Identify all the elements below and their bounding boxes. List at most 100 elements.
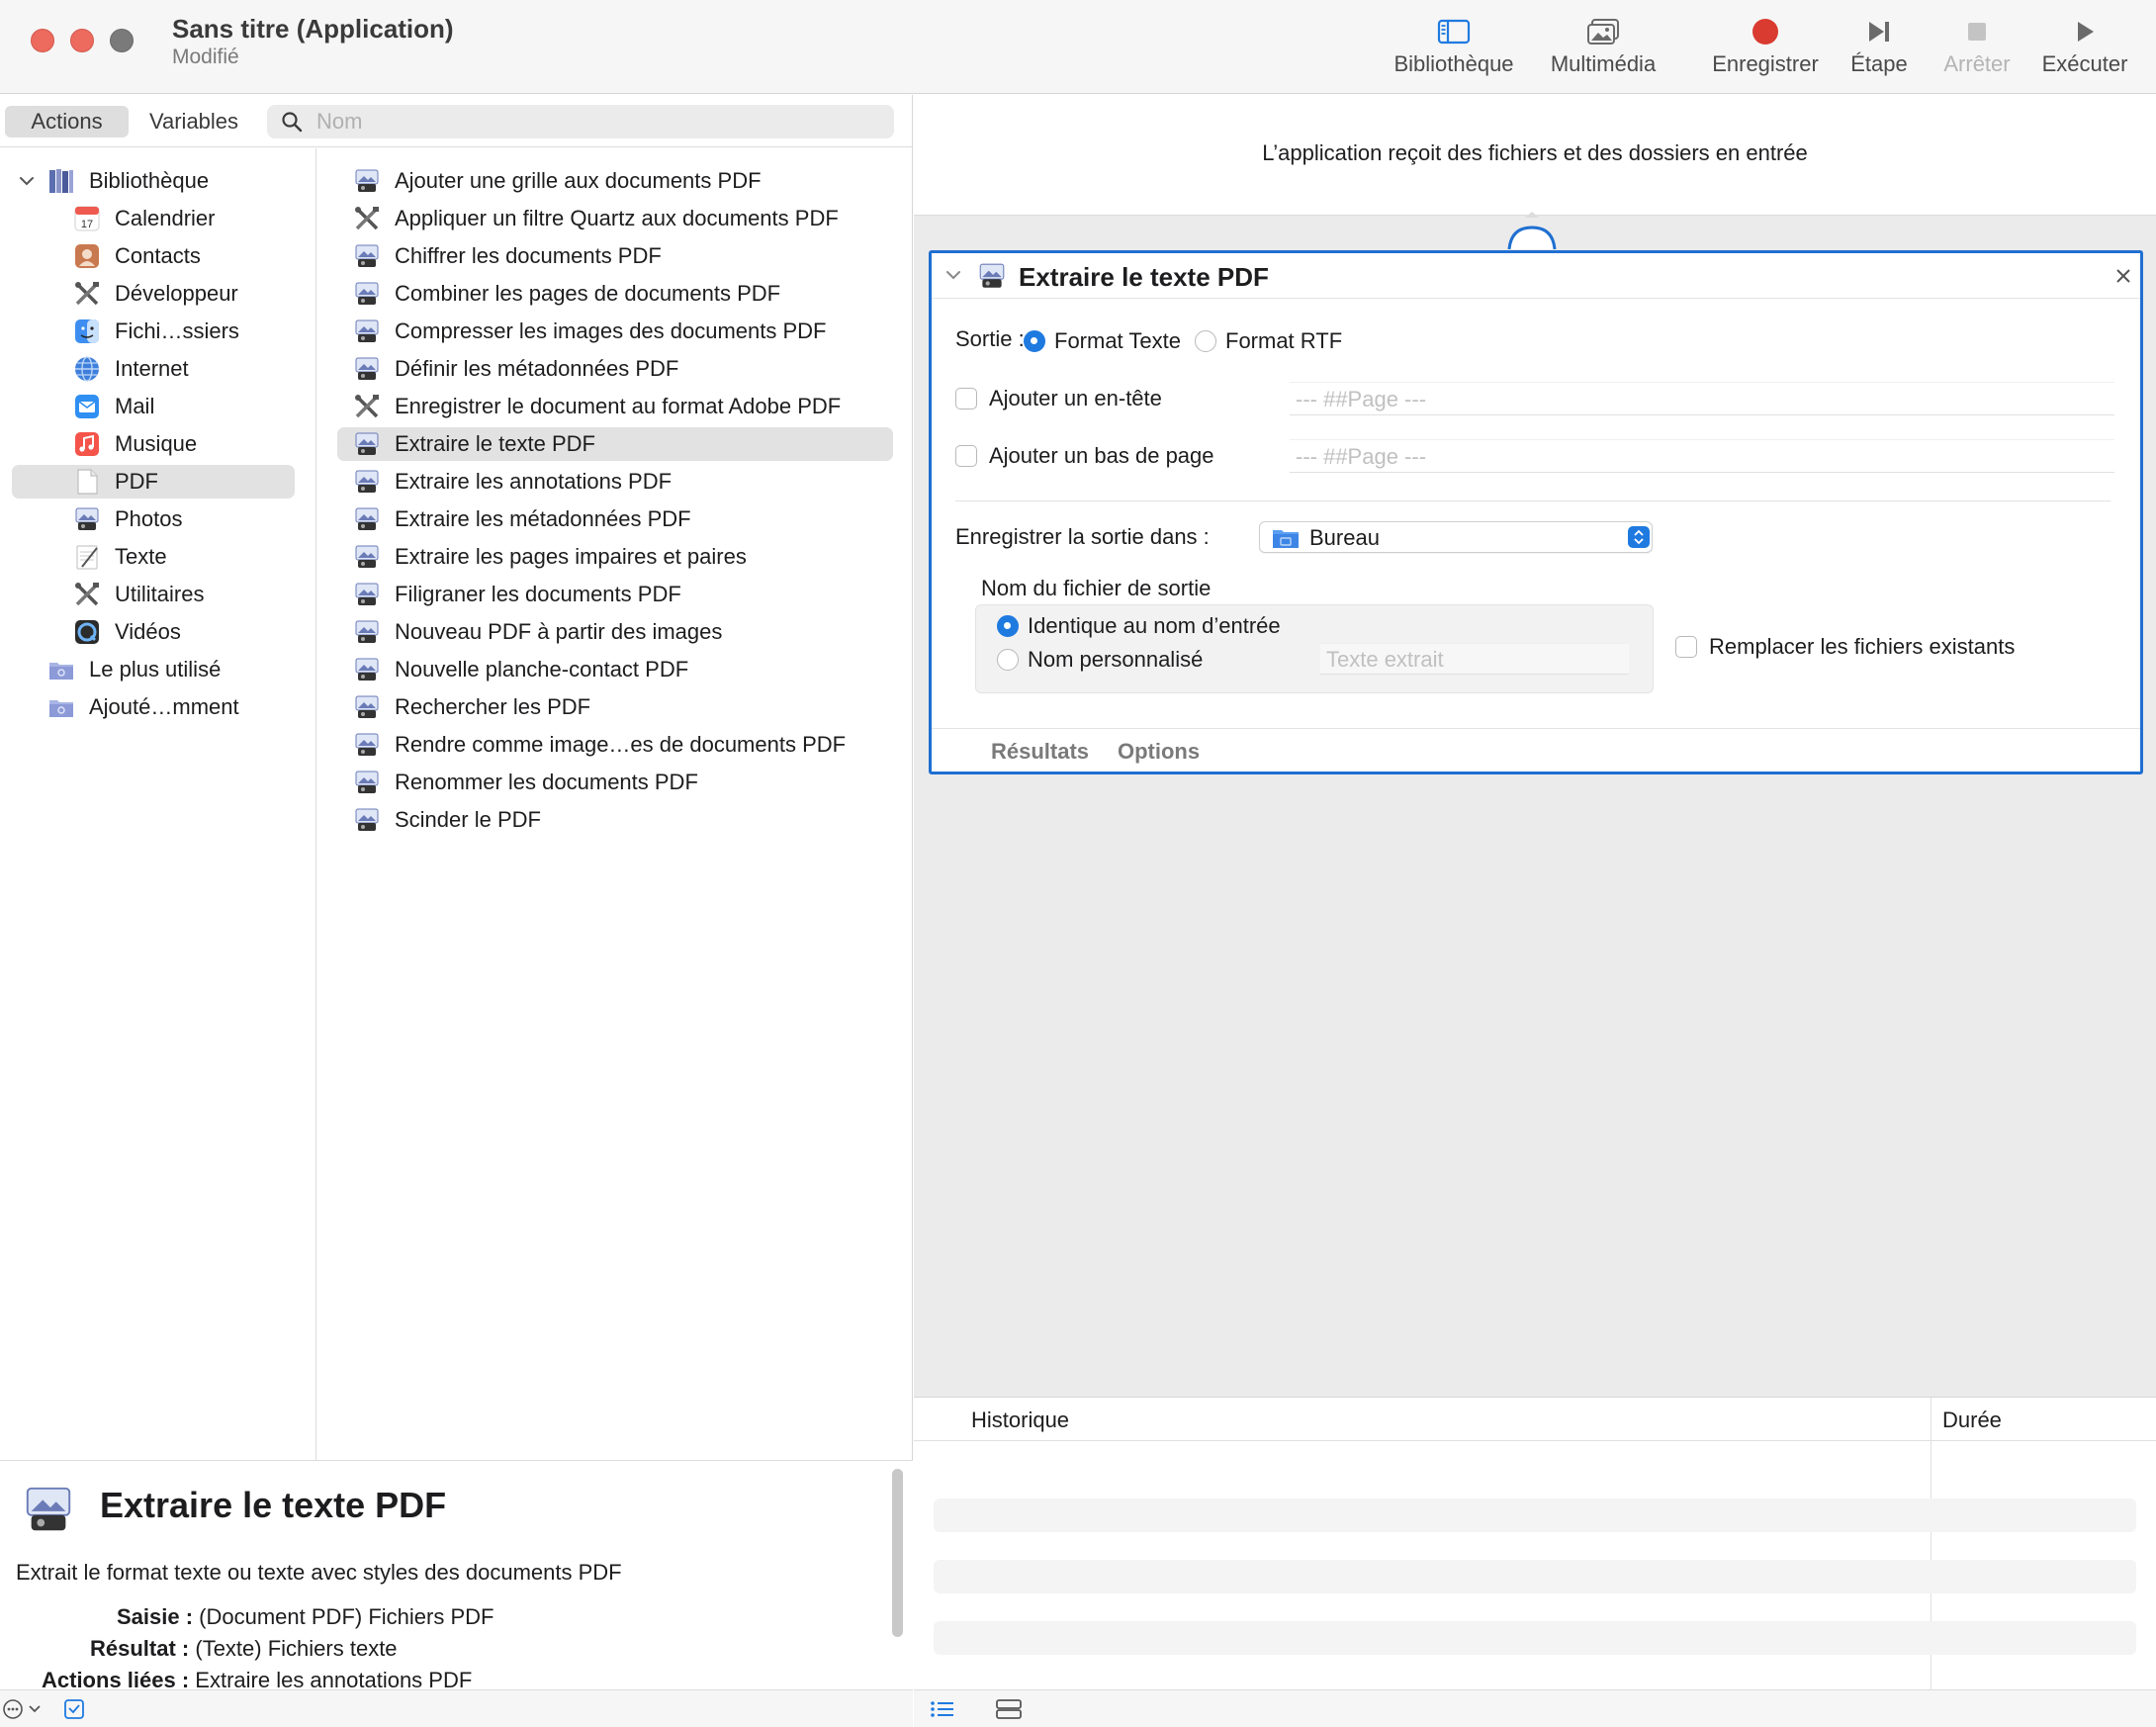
format-text-radio[interactable] <box>1024 330 1045 352</box>
run-button[interactable]: Exécuter <box>2035 12 2134 87</box>
collapse-chevron-icon[interactable] <box>943 267 963 283</box>
same-name-radio[interactable] <box>997 615 1019 637</box>
preview-icon <box>355 695 379 718</box>
step-button[interactable]: Étape <box>1840 12 1919 87</box>
search-input[interactable] <box>316 105 880 138</box>
library-item-text[interactable]: Texte <box>12 540 295 574</box>
add-footer-checkbox[interactable] <box>955 445 977 467</box>
description-toggle-icon[interactable] <box>63 1698 85 1720</box>
window-title: Sans titre (Application) <box>172 14 454 44</box>
tab-variables[interactable]: Variables <box>135 106 253 137</box>
library-item-label: Texte <box>115 544 167 569</box>
window-zoom-button[interactable] <box>110 29 134 52</box>
replace-files-checkbox[interactable] <box>1675 636 1697 658</box>
format-rtf-radio[interactable] <box>1195 330 1216 352</box>
action-item[interactable]: Extraire les annotations PDF <box>337 465 893 499</box>
library-item-mail[interactable]: Mail <box>12 390 295 423</box>
action-item[interactable]: Renommer les documents PDF <box>337 766 893 799</box>
library-item-label: Contacts <box>115 243 201 268</box>
tab-results[interactable]: Résultats <box>991 739 1089 765</box>
action-item[interactable]: Rendre comme image…es de documents PDF <box>337 728 893 762</box>
record-button[interactable]: Enregistrer <box>1701 12 1830 87</box>
close-icon[interactable] <box>2114 267 2132 285</box>
library-item-music[interactable]: Musique <box>12 427 295 461</box>
format-text-label: Format Texte <box>1054 328 1181 353</box>
library-item-files[interactable]: Fichi…ssiers <box>12 315 295 348</box>
header-text-field[interactable]: --- ##Page --- <box>1290 382 2114 415</box>
action-item[interactable]: Combiner les pages de documents PDF <box>337 277 893 311</box>
media-button[interactable]: Multimédia <box>1539 12 1667 87</box>
library-books-icon <box>49 169 73 193</box>
action-item[interactable]: Extraire les pages impaires et paires <box>337 540 893 574</box>
window-minimize-button[interactable] <box>70 29 94 52</box>
action-item[interactable]: Filigraner les documents PDF <box>337 578 893 611</box>
library-button[interactable]: Bibliothèque <box>1385 12 1523 87</box>
photo-browser-icon <box>1587 19 1619 45</box>
stop-button-label: Arrêter <box>1943 51 2011 76</box>
custom-name-radio[interactable] <box>997 649 1019 671</box>
action-menu-icon[interactable] <box>2 1698 44 1720</box>
tab-options[interactable]: Options <box>1118 739 1200 765</box>
log-row <box>934 1621 2136 1655</box>
tools-icon <box>355 207 379 230</box>
action-item[interactable]: Chiffrer les documents PDF <box>337 239 893 273</box>
disclosure-chevron-icon[interactable] <box>18 173 36 189</box>
action-item[interactable]: Nouvelle planche-contact PDF <box>337 653 893 686</box>
preview-icon <box>355 319 379 342</box>
folder-icon <box>1273 530 1299 548</box>
custom-name-field[interactable]: Texte extrait <box>1320 643 1629 675</box>
add-header-checkbox[interactable] <box>955 388 977 409</box>
action-item-selected[interactable]: Extraire le texte PDF <box>337 427 893 461</box>
smart-group-recently-added[interactable]: Ajouté…mment <box>12 690 299 724</box>
stop-button[interactable]: Arrêter <box>1932 12 2021 87</box>
add-footer-label: Ajouter un bas de page <box>989 443 1214 468</box>
action-item[interactable]: Définir les métadonnées PDF <box>337 352 893 386</box>
action-item[interactable]: Nouveau PDF à partir des images <box>337 615 893 649</box>
quicktime-icon <box>75 620 99 644</box>
action-item[interactable]: Enregistrer le document au format Adobe … <box>337 390 893 423</box>
history-column-header[interactable]: Historique <box>971 1408 1069 1433</box>
library-root-label: Bibliothèque <box>89 168 210 193</box>
action-item[interactable]: Ajouter une grille aux documents PDF <box>337 164 893 198</box>
text-edit-icon <box>76 545 98 570</box>
library-item-label: Calendrier <box>115 206 216 230</box>
record-button-label: Enregistrer <box>1712 51 1819 76</box>
action-item-label: Renommer les documents PDF <box>395 770 698 794</box>
custom-name-label: Nom personnalisé <box>1028 647 1204 672</box>
duration-column-header[interactable]: Durée <box>1942 1408 2002 1433</box>
preview-icon <box>979 263 1005 288</box>
library-root[interactable]: Bibliothèque <box>12 164 299 198</box>
library-item-calendar[interactable]: 17 Calendrier <box>12 202 295 235</box>
tools-icon <box>75 583 99 606</box>
search-field[interactable] <box>267 105 894 138</box>
action-item[interactable]: Extraire les métadonnées PDF <box>337 502 893 536</box>
library-item-contacts[interactable]: Contacts <box>12 239 295 273</box>
library-item-label: Vidéos <box>115 619 181 644</box>
library-item-pdf[interactable]: PDF <box>12 465 295 499</box>
media-button-label: Multimédia <box>1550 51 1657 76</box>
library-item-developer[interactable]: Développeur <box>12 277 295 311</box>
list-view-icon[interactable] <box>930 1699 955 1719</box>
action-item[interactable]: Rechercher les PDF <box>337 690 893 724</box>
library-item-internet[interactable]: Internet <box>12 352 295 386</box>
footer-text-field[interactable]: --- ##Page --- <box>1290 439 2114 473</box>
action-item[interactable]: Compresser les images des documents PDF <box>337 315 893 348</box>
workflow-connector-icon <box>1507 212 1557 249</box>
smart-group-most-used[interactable]: Le plus utilisé <box>12 653 299 686</box>
log-row <box>934 1499 2136 1532</box>
action-item-label: Extraire les métadonnées PDF <box>395 506 691 531</box>
library-item-photos[interactable]: Photos <box>12 502 295 536</box>
action-item[interactable]: Scinder le PDF <box>337 803 893 837</box>
library-item-videos[interactable]: Vidéos <box>12 615 295 649</box>
output-filename-label: Nom du fichier de sortie <box>981 576 1212 600</box>
description-scrollbar[interactable] <box>892 1469 903 1637</box>
action-item[interactable]: Appliquer un filtre Quartz aux documents… <box>337 202 893 235</box>
tab-actions[interactable]: Actions <box>5 106 129 137</box>
preview-icon <box>355 583 379 605</box>
window-close-button[interactable] <box>31 29 54 52</box>
library-item-label: Fichi…ssiers <box>115 318 239 343</box>
save-location-popup[interactable]: Bureau <box>1259 521 1653 553</box>
svg-text:17: 17 <box>81 219 93 230</box>
split-view-icon[interactable] <box>995 1698 1023 1720</box>
library-item-utilities[interactable]: Utilitaires <box>12 578 295 611</box>
